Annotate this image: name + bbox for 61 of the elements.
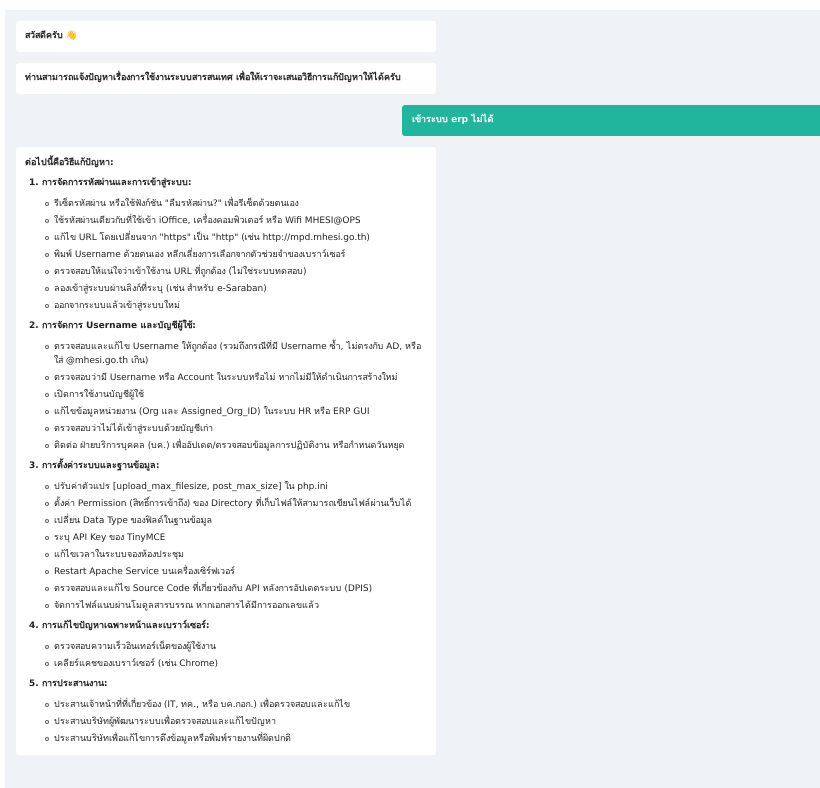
section-title: 5. การประสานงาน: — [28, 678, 108, 691]
section-title: 1. การจัดการรหัสผ่านและการเข้าสู่ระบบ: — [28, 176, 192, 190]
list-item: ออกจากระบบแล้วเข้าสู่ระบบใหม่ — [54, 299, 180, 313]
list-item: ตรวจสอบว่าไม่ได้เข้าสู่ระบบด้วยบัญชีเก่า — [54, 422, 213, 436]
list-item: ตรวจสอบและแก้ไข Source Code ที่เกี่ยวข้องกับ API หลังการอัปเดตระบบ (DPIS) — [54, 582, 372, 596]
bullet-icon — [45, 604, 49, 608]
bullet-icon — [45, 410, 49, 414]
list-item: ตรวจสอบให้แน่ใจว่าเข้าใช้งาน URL ที่ถูกต้อง (ไม่ใช่ระบบทดสอบ) — [54, 265, 306, 279]
list-item: พิมพ์ Username ด้วยตนเอง หลีกเลี่ยงการเลือกจากตัวช่วยจำของเบราว์เซอร์ — [54, 248, 346, 262]
list-item: ประสานบริษัทเพื่อแก้ไขการดึงข้อมูลหรือพิมพ์รายงานที่ผิดปกติ — [54, 732, 291, 746]
list-item: แก้ไขข้อมูลหน่วยงาน (Org และ Assigned_Org_ID) ในระบบ HR หรือ ERP GUI — [54, 405, 370, 419]
list-item: ตรวจสอบว่ามี Username หรือ Account ในระบบหรือไม่ หากไม่มีให้ดำเนินการสร้างใหม่ — [54, 371, 398, 385]
bullet-icon — [45, 587, 49, 591]
bot-message: ท่านสามารถแจ้งปัญหาเรื่องการใช้งานระบบสารสนเทศ เพื่อให้เราจะเสนอวิธีการแก้ปัญหาให้ได้ครับ — [16, 63, 436, 94]
bullet-icon — [45, 553, 49, 557]
message-intro: ต่อไปนี้คือวิธีแก้ปัญหา: — [25, 156, 427, 170]
bullet-icon — [45, 427, 49, 431]
bullet-icon — [45, 570, 49, 574]
list-item: ปรับค่าตัวแปร [upload_max_filesize, post_max_size] ใน php.ini — [54, 480, 328, 494]
bullet-icon — [45, 304, 49, 308]
bullet-icon — [45, 662, 49, 666]
bullet-icon — [45, 236, 49, 240]
bullet-icon — [45, 270, 49, 274]
bullet-icon — [45, 393, 49, 397]
bullet-icon — [45, 345, 49, 349]
list-item: จัดการไฟล์แนบผ่านโมดูลสารบรรณ หากเอกสารได้มีการออกเลขแล้ว — [54, 599, 319, 613]
section-title: 4. การแก้ไขปัญหาเฉพาะหน้าและเบราว์เซอร์: — [28, 619, 210, 633]
list-item: ตรวจสอบและแก้ไข Username ให้ถูกต้อง (รวมถึงกรณีที่มี Username ซ้ำ, ไม่ตรงกับ AD, หรือใส่ @mhesi.go.th เกิน) — [54, 340, 421, 368]
list-item: แก้ไข URL โดยเปลี่ยนจาก "https" เป็น "http" (เช่น http://mpd.mhesi.go.th) — [54, 231, 370, 245]
list-item: ใช้รหัสผ่านเดียวกับที่ใช้เข้า iOffice, เครื่องคอมพิวเตอร์ หรือ Wifi MHESI@OPS — [54, 214, 361, 228]
list-item: ติดต่อ ฝ่ายบริการบุคคล (บค.) เพื่ออัปเดต/ตรวจสอบข้อมูลการปฏิบัติงาน หรือกำหนดวันหยุด — [54, 439, 404, 453]
user-message: เข้าระบบ erp ไม่ได้ — [402, 105, 820, 136]
list-item: ตั้งค่า Permission (สิทธิ์การเข้าถึง) ของ Directory ที่เก็บไฟล์ให้สามารถเขียนไฟล์ผ่านเว็บได้ — [54, 497, 412, 511]
list-item: เปลี่ยน Data Type ของฟิลด์ในฐานข้อมูล — [54, 514, 213, 528]
section-title: 3. การตั้งค่าระบบและฐานข้อมูล: — [25, 459, 427, 473]
list-item: ระบุ API Key ของ TinyMCE — [54, 532, 166, 545]
bullet-icon — [45, 720, 49, 724]
list-item: Restart Apache Service บนเครื่องเซิร์ฟเวอร์ — [54, 565, 235, 579]
bullet-icon — [45, 536, 49, 540]
list-item: ตรวจสอบความเร็วอินเทอร์เน็ตของผู้ใช้งาน — [54, 640, 216, 654]
list-item: รีเซ็ตรหัสผ่าน หรือใช้ฟังก์ชัน "ลืมรหัสผ่าน?" เพื่อรีเซ็ตด้วยตนเอง — [54, 197, 299, 211]
bullet-icon — [45, 703, 49, 707]
bot-message: สวัสดีครับ 👋 — [16, 21, 436, 52]
bullet-icon — [45, 202, 49, 206]
bullet-icon — [45, 737, 49, 741]
list-item: เคลียร์แคชของเบราว์เซอร์ (เช่น Chrome) — [54, 657, 218, 671]
section-title: 2. การจัดการ Username และบัญชีผู้ใช้: — [28, 319, 197, 333]
list-item: ประสานบริษัทผู้พัฒนาระบบเพื่อตรวจสอบและแก้ไขปัญหา — [54, 715, 276, 729]
bullet-icon — [45, 519, 49, 523]
list-item: แก้ไขเวลาในระบบจองห้องประชุม — [54, 548, 184, 562]
bullet-icon — [45, 485, 49, 489]
bullet-icon — [45, 376, 49, 380]
bullet-icon — [45, 287, 49, 291]
list-item: ประสานเจ้าหน้าที่ที่เกี่ยวข้อง (IT, ทค., หรือ บค.กอก.) เพื่อตรวจสอบและแก้ไข — [54, 698, 350, 712]
bullet-icon — [45, 444, 49, 448]
bullet-icon — [45, 219, 49, 223]
bullet-icon — [45, 502, 49, 506]
list-item: ลองเข้าสู่ระบบผ่านลิงก์ที่ระบุ (เช่น สำหรับ e-Saraban) — [54, 282, 267, 296]
bullet-icon — [45, 645, 49, 649]
list-item: เปิดการใช้งานบัญชีผู้ใช้ — [54, 388, 144, 402]
bullet-icon — [45, 253, 49, 257]
